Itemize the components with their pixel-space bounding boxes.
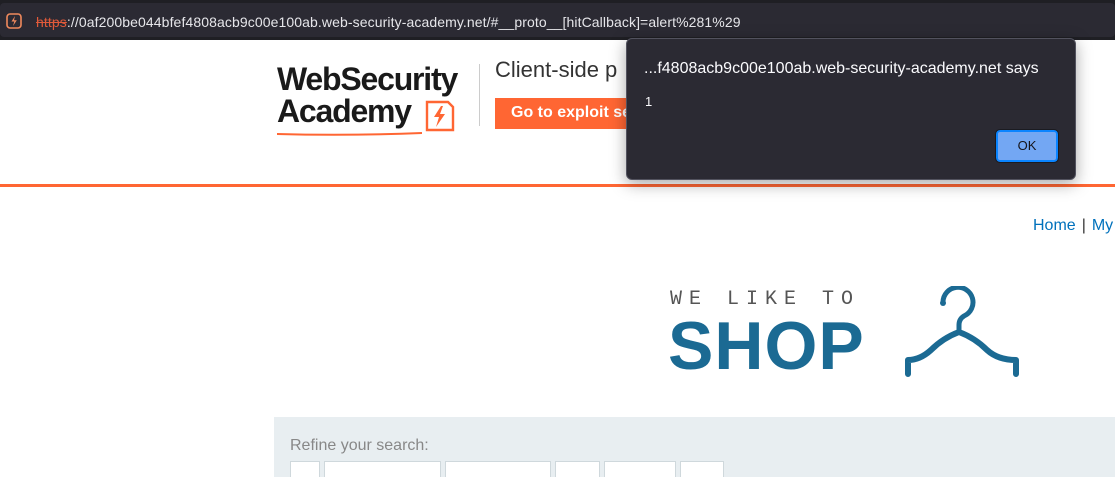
top-nav: Home | My (1033, 217, 1113, 235)
browser-toolbar: https://0af200be044bfef4808acb9c00e100ab… (0, 0, 1115, 40)
filter-chip[interactable] (604, 461, 676, 477)
filter-chip[interactable] (445, 461, 551, 477)
logo-underline (277, 132, 422, 136)
refine-search-label: Refine your search: (290, 437, 429, 454)
nav-separator: | (1081, 217, 1086, 234)
address-bar[interactable]: https://0af200be044bfef4808acb9c00e100ab… (0, 3, 1115, 37)
go-to-exploit-server-button[interactable]: Go to exploit se (495, 98, 645, 129)
nav-my-account-link[interactable]: My (1092, 217, 1113, 234)
hanger-icon (898, 284, 1022, 382)
filter-chip[interactable] (290, 461, 320, 477)
filter-chip[interactable] (680, 461, 724, 477)
shop-banner: WE LIKE TO SHOP (668, 284, 1028, 386)
url-path: ://0af200be044bfef4808acb9c00e100ab.web-… (66, 14, 741, 30)
nav-home-link[interactable]: Home (1033, 217, 1076, 234)
header-divider (479, 64, 480, 126)
search-filter-panel: Refine your search: (274, 417, 1115, 477)
alert-dialog: ...f4808acb9c00e100ab.web-security-acade… (626, 38, 1076, 180)
logo-text-line2: Academy (277, 93, 412, 129)
alert-origin-text: ...f4808acb9c00e100ab.web-security-acade… (644, 60, 1039, 77)
burp-lightning-icon (6, 13, 22, 29)
header-rule (0, 184, 1115, 187)
url-text[interactable]: https://0af200be044bfef4808acb9c00e100ab… (36, 14, 741, 30)
web-security-academy-logo[interactable]: WebSecurity Academy (277, 61, 477, 137)
filter-chip[interactable] (555, 461, 600, 477)
filter-chip[interactable] (324, 461, 441, 477)
logo-lightning-icon (424, 99, 456, 133)
alert-ok-button[interactable]: OK (995, 129, 1059, 163)
shop-title: SHOP (668, 308, 865, 384)
url-scheme: https (36, 14, 67, 30)
alert-message: 1 (645, 94, 653, 109)
lab-title: Client-side p (495, 57, 618, 82)
